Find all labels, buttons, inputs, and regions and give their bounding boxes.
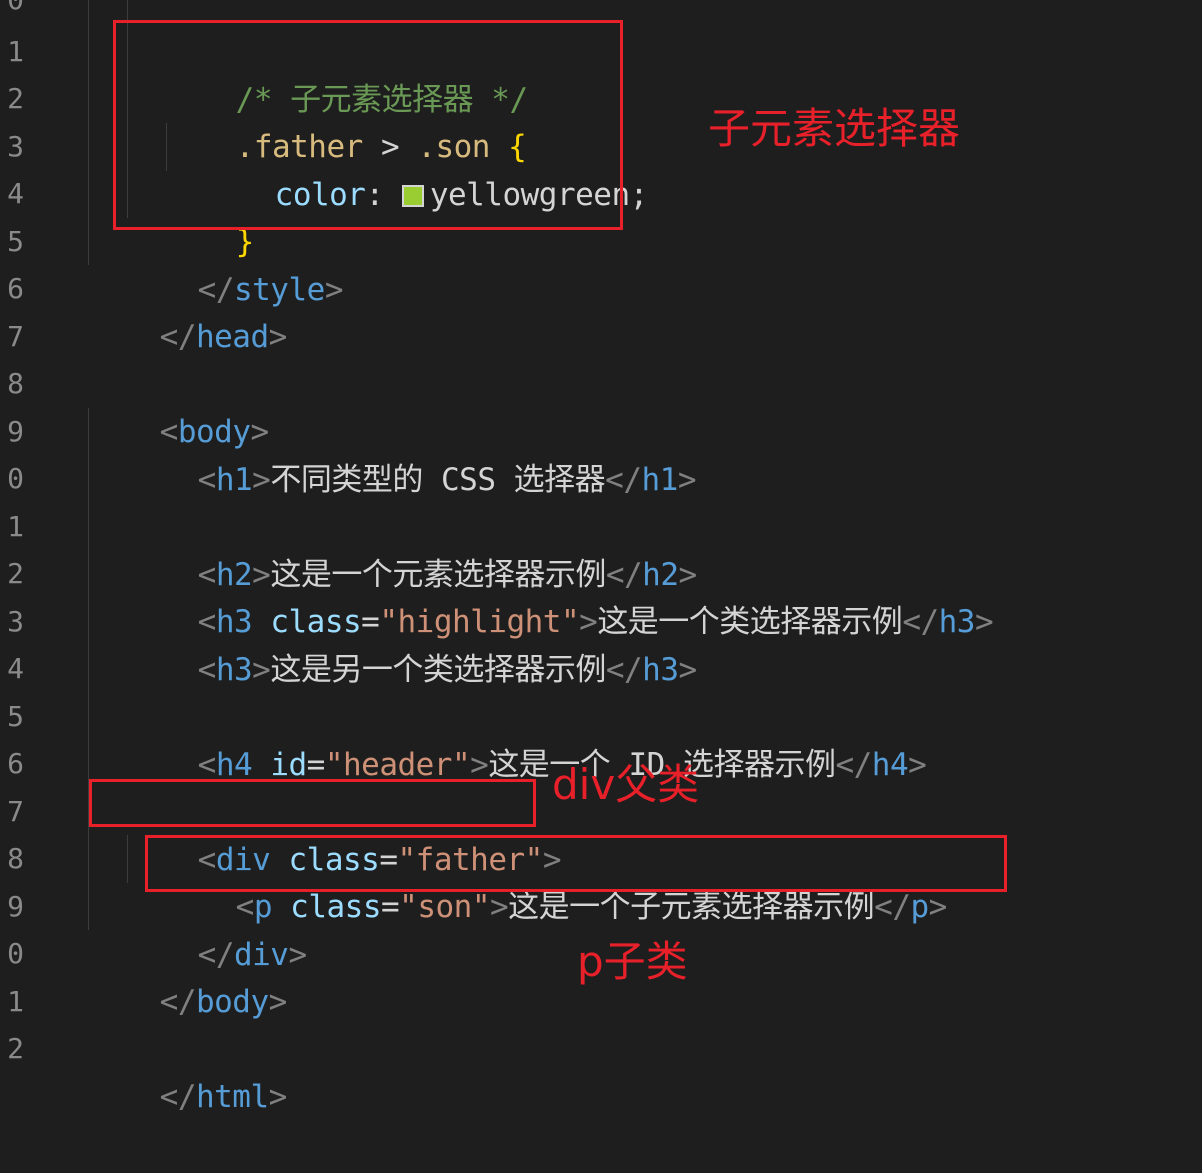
code-line-html-close[interactable]: </html> bbox=[87, 1025, 288, 1115]
line-number: 6 bbox=[7, 272, 24, 305]
code-line-head-close[interactable]: </head> bbox=[87, 265, 288, 355]
tag-bracket: > bbox=[928, 889, 948, 925]
line-number: 2 bbox=[7, 557, 24, 590]
tag-name: h3 bbox=[642, 652, 679, 688]
element-text: 这是一个子元素选择器示例 bbox=[508, 889, 875, 925]
tag-name: h4 bbox=[215, 747, 253, 783]
tag-bracket: > bbox=[268, 984, 288, 1020]
line-number: 4 bbox=[7, 177, 24, 210]
line-number: 0 bbox=[0, 0, 24, 24]
tag-bracket: > bbox=[268, 1079, 288, 1115]
annotation-box-div-father bbox=[89, 779, 536, 827]
tag-bracket: > bbox=[974, 604, 994, 640]
tag-bracket: < bbox=[197, 747, 217, 783]
annotation-box-css-rule bbox=[113, 20, 623, 230]
code-line-h3-highlight[interactable]: <h3 class="highlight">这是一个类选择器示例</h3> bbox=[125, 550, 994, 640]
tag-name: head bbox=[195, 319, 269, 355]
line-number: 7 bbox=[7, 320, 24, 353]
attribute-name: id bbox=[270, 747, 307, 783]
element-text: 不同类型的 CSS 选择器 bbox=[270, 462, 606, 498]
tag-bracket: </ bbox=[902, 604, 939, 640]
tag-bracket: </ bbox=[605, 652, 643, 688]
tag-bracket: > bbox=[252, 652, 271, 688]
tag-name: h1 bbox=[215, 462, 253, 498]
tag-bracket: > bbox=[677, 462, 697, 498]
tag-name: p bbox=[910, 889, 930, 925]
line-number: 2 bbox=[7, 82, 24, 115]
code-line-body-close[interactable]: </body> bbox=[87, 930, 288, 1020]
tag-bracket: </ bbox=[835, 747, 872, 783]
attribute-value: "son" bbox=[399, 889, 490, 925]
tag-bracket: < bbox=[197, 652, 217, 688]
line-number: 7 bbox=[7, 795, 24, 828]
tag-bracket: > bbox=[252, 462, 271, 498]
attribute-value: "header" bbox=[324, 747, 471, 783]
tag-name: h1 bbox=[641, 462, 678, 498]
code-editor[interactable]: 0 1 2 3 4 5 6 7 8 9 0 1 2 3 4 5 6 7 8 9 … bbox=[0, 0, 1202, 1173]
line-number: 6 bbox=[7, 747, 24, 780]
line-number: 1 bbox=[7, 510, 24, 543]
line-number: 9 bbox=[7, 415, 24, 448]
annotation-p-child: p子类 bbox=[577, 937, 688, 986]
semicolon: ; bbox=[629, 177, 649, 213]
tag-bracket: > bbox=[678, 652, 697, 688]
code-line-body-open[interactable]: <body> bbox=[87, 360, 270, 450]
tag-bracket: </ bbox=[159, 1079, 197, 1115]
tag-bracket: > bbox=[470, 747, 489, 783]
element-text: 这是另一个类选择器示例 bbox=[270, 652, 606, 688]
line-number: 1 bbox=[7, 985, 24, 1018]
indent-guide bbox=[88, 0, 89, 265]
line-number: 1 bbox=[7, 35, 24, 68]
line-number: 0 bbox=[7, 462, 24, 495]
annotation-child-selector: 子元素选择器 bbox=[708, 104, 961, 153]
tag-bracket: > bbox=[324, 272, 344, 308]
tag-bracket: < bbox=[197, 462, 217, 498]
annotation-div-parent: div父类 bbox=[552, 760, 700, 809]
code-line-h4-header[interactable]: <h4 id="header">这是一个 ID 选择器示例</h4> bbox=[125, 693, 927, 783]
line-number: 5 bbox=[7, 700, 24, 733]
line-number: 5 bbox=[7, 225, 24, 258]
tag-bracket: > bbox=[288, 937, 307, 973]
line-number: 2 bbox=[7, 1032, 24, 1065]
line-number: 9 bbox=[7, 890, 24, 923]
tag-bracket: </ bbox=[159, 984, 197, 1020]
tag-name: h3 bbox=[215, 652, 253, 688]
annotation-box-p-son bbox=[145, 835, 1007, 892]
tag-bracket: </ bbox=[605, 462, 642, 498]
tag-name: html bbox=[195, 1079, 269, 1115]
line-number: 8 bbox=[7, 367, 24, 400]
tag-name: h3 bbox=[938, 604, 976, 640]
tag-bracket: </ bbox=[159, 319, 197, 355]
equals: = bbox=[306, 747, 326, 783]
tag-bracket: > bbox=[490, 889, 509, 925]
line-number: 3 bbox=[7, 130, 24, 163]
tag-bracket: > bbox=[268, 319, 288, 355]
code-line-h2[interactable]: <h2>这是一个元素选择器示例</h2> bbox=[125, 503, 698, 593]
line-number: 3 bbox=[7, 605, 24, 638]
tag-name: h4 bbox=[871, 747, 909, 783]
code-line-h1[interactable]: <h1>不同类型的 CSS 选择器</h1> bbox=[125, 408, 697, 498]
tag-bracket: > bbox=[908, 747, 927, 783]
line-number: 4 bbox=[7, 652, 24, 685]
code-line-h3[interactable]: <h3>这是另一个类选择器示例</h3> bbox=[125, 598, 698, 688]
tag-bracket: </ bbox=[874, 889, 911, 925]
tag-name: body bbox=[195, 984, 269, 1020]
line-number: 8 bbox=[7, 842, 24, 875]
equals: = bbox=[381, 889, 400, 925]
line-number: 0 bbox=[7, 937, 24, 970]
